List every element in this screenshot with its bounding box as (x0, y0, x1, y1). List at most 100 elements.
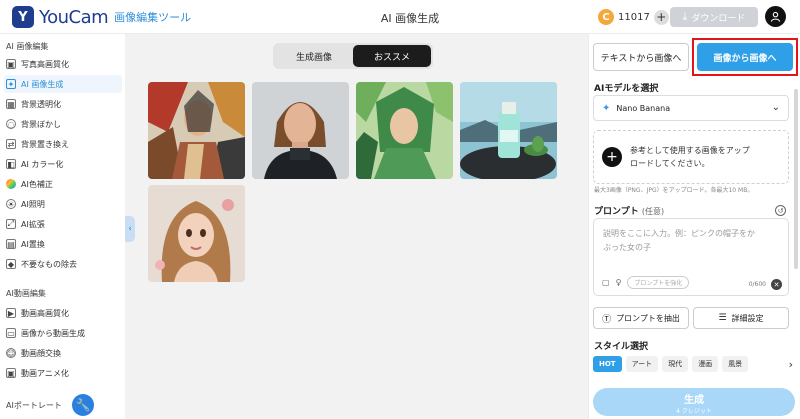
sidebar-item-lighting[interactable]: ☀ AI照明 (4, 195, 122, 213)
text-icon: Ⓣ (602, 314, 612, 325)
prompt-optional-text: (任意) (641, 207, 665, 216)
style-chip-modern[interactable]: 現代 (662, 356, 689, 372)
logo[interactable]: Y YouCam 画像編集ツール (12, 6, 191, 28)
sidebar-item-label: AI置換 (21, 239, 45, 249)
sidebar-item-image-to-video[interactable]: ▭ 画像から動画生成 (4, 324, 122, 342)
style-chip-landscape[interactable]: 風景 (722, 356, 749, 372)
eraser-icon: ◆ (6, 259, 16, 269)
prompt-label: プロンプト (任意) (594, 204, 664, 217)
sample-image-bottle-product[interactable] (460, 82, 557, 179)
attach-icon[interactable]: ▢ (602, 278, 610, 287)
image-upload-area[interactable]: + 参考として使用する画像をアップ ロードしてください。 (593, 130, 789, 184)
prompt-placeholder-line-2: ぶった女の子 (603, 243, 651, 252)
model-value: Nano Banana (616, 103, 671, 113)
user-avatar-icon[interactable] (765, 6, 786, 27)
prompt-input[interactable]: 説明をここに入力。例：ピンクの帽子をか ぶった女の子 ▢ ♀ プロンプトを強化 … (593, 218, 789, 296)
sidebar-item-label: 写真高画質化 (21, 59, 69, 69)
clear-icon[interactable]: ✕ (771, 279, 782, 290)
style-chip-art[interactable]: アート (625, 356, 659, 372)
image-gen-icon: ✦ (6, 79, 16, 89)
chevron-down-icon: ⌄ (771, 102, 780, 113)
upload-instructions: 参考として使用する画像をアップ ロードしてください。 (630, 144, 750, 170)
style-label: スタイル選択 (594, 342, 649, 352)
sidebar-item-video-enhance[interactable]: ▶ 動画高画質化 (4, 304, 122, 322)
upload-text-line-1: 参考として使用する画像をアップ (630, 146, 750, 155)
extract-prompt-label: プロンプトを抽出 (616, 313, 680, 323)
generation-panel: テキストから画像へ 画像から画像へ AIモデルを選択 ✦ Nano Banana… (588, 34, 800, 419)
style-chips: HOT アート 現代 漫画 風景 › (593, 356, 793, 372)
sample-image-lowpoly-green[interactable] (356, 82, 453, 179)
sidebar-item-label: AI カラー化 (21, 159, 64, 169)
page-title: AI 画像生成 (380, 12, 440, 25)
sidebar-item-replace-bg[interactable]: ⇄ 背景置き換え (4, 135, 122, 153)
upload-text-line-2: ロードしてください。 (630, 159, 710, 168)
prompt-label-text: プロンプト (594, 207, 639, 217)
panel-scrollbar[interactable] (794, 89, 798, 269)
blur-bg-icon: ◌ (6, 119, 16, 129)
chevron-right-icon[interactable]: › (789, 358, 793, 371)
sidebar-item-image-gen[interactable]: ✦ AI 画像生成 (4, 75, 122, 93)
replace-bg-icon: ⇄ (6, 139, 16, 149)
sidebar-item-face-swap[interactable]: ☺ 動画顔交換 (4, 344, 122, 362)
generate-label: 生成 (684, 395, 704, 406)
sidebar-item-enhance[interactable]: ▣ 写真高画質化 (4, 55, 122, 73)
generate-button[interactable]: 生成 4 クレジット (593, 388, 795, 416)
download-button[interactable]: ⤓ ダウンロード (670, 7, 758, 27)
collapse-panel-chevron-icon[interactable]: ‹ (125, 216, 135, 242)
transparent-bg-icon: ▦ (6, 99, 16, 109)
sidebar-item-label: 背景置き換え (21, 139, 69, 149)
sidebar-item-colorize[interactable]: ◧ AI カラー化 (4, 155, 122, 173)
prompt-counter: 0/600 (748, 281, 766, 288)
sample-image-3d-woman[interactable] (252, 82, 349, 179)
sidebar-section-ai-portrait: AIポートレート (6, 401, 62, 410)
highlight-frame (692, 38, 798, 76)
wrench-icon[interactable]: 🔧 (72, 394, 94, 416)
main-gallery: 生成画像 おススメ ‹ (125, 34, 588, 419)
style-chip-hot[interactable]: HOT (593, 356, 622, 372)
lightbulb-icon[interactable]: ♀ (616, 278, 622, 287)
sidebar-item-label: AI拡張 (21, 219, 45, 229)
prompt-tools: ▢ ♀ プロンプトを強化 (602, 276, 695, 289)
credit-counter: C 11017 + (598, 7, 669, 27)
logo-subtitle: 画像編集ツール (114, 11, 192, 24)
sidebar-item-blur-bg[interactable]: ◌ 背景ぼかし (4, 115, 122, 133)
model-select[interactable]: ✦ Nano Banana ⌄ (593, 95, 789, 121)
tab-generated-images[interactable]: 生成画像 (275, 45, 353, 67)
sidebar-section-ai-video: AI動画編集 (6, 289, 46, 298)
sidebar-item-label: 背景ぼかし (21, 119, 61, 129)
sidebar-item-eraser[interactable]: ◆ 不要なもの除去 (4, 255, 122, 273)
generate-cost: 4 クレジット (676, 408, 712, 415)
face-swap-icon: ☺ (6, 348, 16, 358)
sidebar-item-label: AI色補正 (21, 179, 53, 189)
extract-prompt-button[interactable]: Ⓣ プロンプトを抽出 (593, 307, 689, 329)
sidebar-item-color-correct[interactable]: AI色補正 (4, 175, 122, 193)
sidebar-item-label: AI 画像生成 (21, 79, 64, 89)
sidebar-item-label: 動画高画質化 (21, 308, 69, 318)
sidebar-item-label: 背景透明化 (21, 99, 61, 109)
expand-icon: ⤢ (6, 219, 16, 229)
history-icon[interactable]: ↺ (775, 205, 786, 216)
sidebar-item-transparent-bg[interactable]: ▦ 背景透明化 (4, 95, 122, 113)
add-credits-button[interactable]: + (653, 9, 669, 25)
sidebar-item-expand[interactable]: ⤢ AI拡張 (4, 215, 122, 233)
replace-icon: ▤ (6, 239, 16, 249)
enhance-prompt-chip[interactable]: プロンプトを強化 (627, 276, 690, 289)
add-icon: + (602, 147, 622, 167)
sample-image-cubist-woman[interactable] (148, 82, 245, 179)
tab-text-to-image[interactable]: テキストから画像へ (593, 43, 689, 71)
sample-image-cartoon-girl[interactable] (148, 185, 245, 282)
sidebar-item-label: 不要なもの除去 (21, 259, 77, 269)
prompt-placeholder-line-1: 説明をここに入力。例：ピンクの帽子をか (603, 229, 755, 238)
logo-text: YouCam (39, 6, 109, 28)
sidebar-item-anime-video[interactable]: ▣ 動画アニメ化 (4, 364, 122, 382)
sidebar-item-label: 画像から動画生成 (21, 328, 85, 338)
youcam-logo-icon: Y (12, 6, 34, 28)
download-icon: ⤓ (682, 10, 688, 23)
colorize-icon: ◧ (6, 159, 16, 169)
sidebar-item-replace[interactable]: ▤ AI置換 (4, 235, 122, 253)
enhance-icon: ▣ (6, 59, 16, 69)
style-chip-manga[interactable]: 漫画 (692, 356, 719, 372)
lighting-icon: ☀ (6, 199, 16, 209)
advanced-settings-button[interactable]: ☰ 詳細設定 (693, 307, 789, 329)
tab-recommended[interactable]: おススメ (353, 45, 431, 67)
